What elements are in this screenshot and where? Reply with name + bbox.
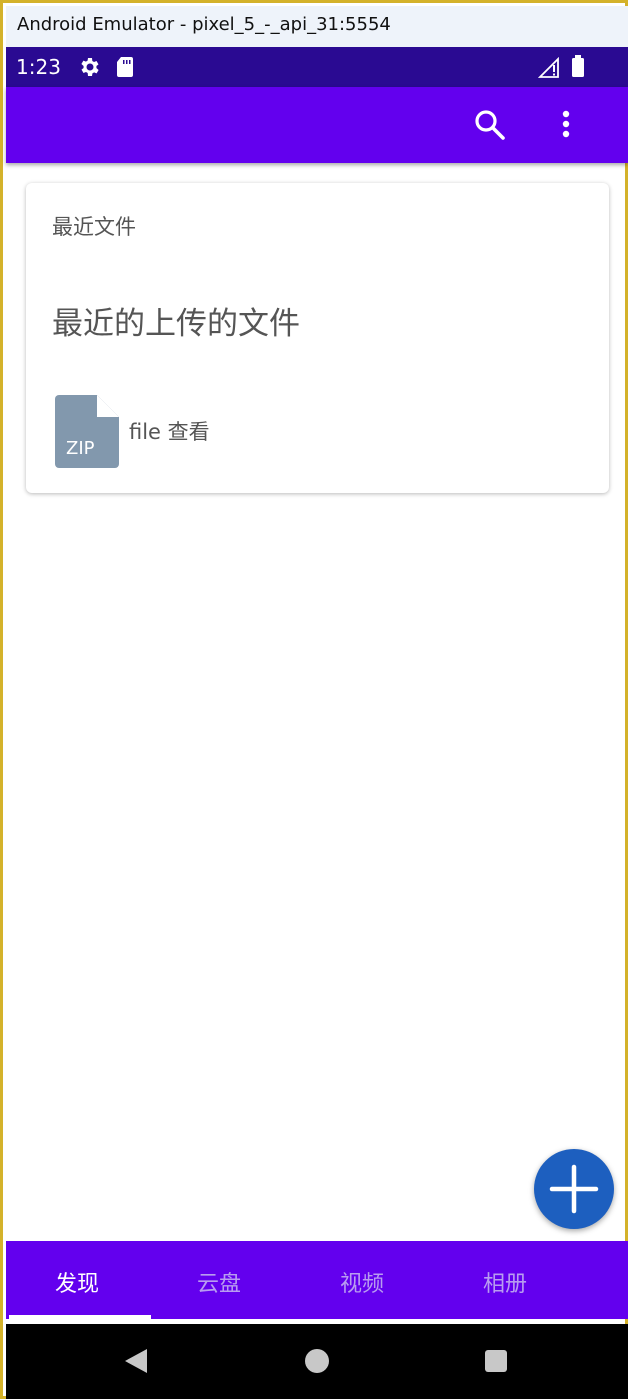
active-tab-indicator bbox=[9, 1315, 151, 1319]
recents-icon[interactable] bbox=[485, 1350, 507, 1372]
add-button[interactable] bbox=[534, 1149, 614, 1229]
tab-discover[interactable]: 发现 bbox=[6, 1241, 148, 1319]
bottom-tab-bar: 发现 云盘 视频 相册 bbox=[6, 1241, 628, 1319]
tab-album[interactable]: 相册 bbox=[434, 1241, 576, 1319]
status-bar: 1:23 bbox=[6, 47, 628, 87]
tab-video[interactable]: 视频 bbox=[291, 1241, 433, 1319]
zip-file-icon[interactable]: ZIP bbox=[55, 395, 119, 468]
file-link[interactable]: file 查看 bbox=[129, 416, 210, 446]
search-icon[interactable] bbox=[472, 107, 508, 143]
gear-icon bbox=[78, 55, 102, 83]
window-title: Android Emulator - pixel_5_-_api_31:5554 bbox=[17, 14, 391, 35]
emulator-frame: Android Emulator - pixel_5_-_api_31:5554… bbox=[0, 0, 628, 1399]
battery-icon bbox=[570, 55, 586, 83]
status-time: 1:23 bbox=[16, 55, 61, 79]
tab-label: 发现 bbox=[54, 1272, 99, 1297]
window-titlebar: Android Emulator - pixel_5_-_api_31:5554 bbox=[6, 6, 628, 47]
system-nav-bar bbox=[6, 1324, 628, 1399]
tab-cloud-drive[interactable]: 云盘 bbox=[148, 1241, 290, 1319]
tab-label: 相册 bbox=[482, 1272, 527, 1297]
app-bar bbox=[6, 87, 628, 163]
card-title: 最近文件 bbox=[52, 215, 136, 239]
more-vert-icon[interactable] bbox=[552, 107, 580, 143]
card-headline: 最近的上传的文件 bbox=[52, 306, 300, 342]
back-icon[interactable] bbox=[123, 1348, 149, 1378]
signal-icon bbox=[537, 56, 562, 83]
tab-label: 云盘 bbox=[196, 1272, 241, 1297]
recent-files-card: 最近文件 最近的上传的文件 ZIP file 查看 bbox=[26, 183, 609, 493]
file-type-label: ZIP bbox=[66, 438, 95, 459]
add-icon bbox=[549, 1164, 599, 1214]
sd-card-icon bbox=[114, 55, 136, 83]
tab-label: 视频 bbox=[339, 1272, 384, 1297]
home-icon[interactable] bbox=[305, 1349, 329, 1373]
